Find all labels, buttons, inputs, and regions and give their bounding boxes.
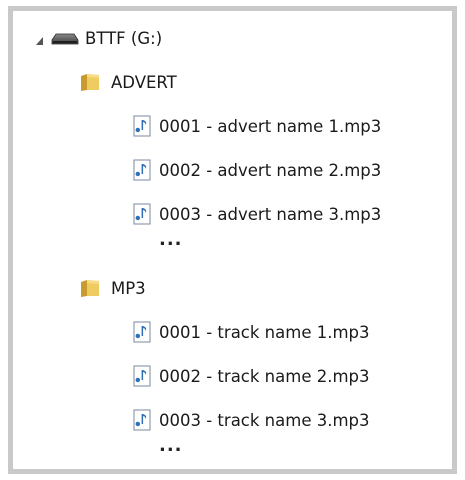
audio-file-icon — [133, 203, 151, 225]
drive-icon — [51, 31, 79, 45]
audio-file-icon — [133, 115, 151, 137]
audio-file-icon — [133, 321, 151, 343]
audio-file-icon — [133, 409, 151, 431]
expand-arrow-icon[interactable] — [35, 32, 45, 45]
tree-item-file[interactable]: 0002 - track name 2.mp3 — [133, 361, 370, 391]
explorer-tree-frame: BTTF (G:) ADVERT 0001 - advert name 1.mp… — [8, 6, 457, 474]
tree-item-drive[interactable]: BTTF (G:) — [35, 23, 162, 53]
more-items-ellipsis: ... — [159, 229, 183, 250]
folder-icon — [79, 278, 101, 298]
file-label: 0002 - advert name 2.mp3 — [159, 160, 382, 180]
tree-item-file[interactable]: 0001 - advert name 1.mp3 — [133, 111, 381, 141]
folder-label: ADVERT — [111, 72, 177, 92]
file-label: 0001 - track name 1.mp3 — [159, 322, 370, 342]
folder-tree: BTTF (G:) ADVERT 0001 - advert name 1.mp… — [13, 11, 452, 469]
file-label: 0001 - advert name 1.mp3 — [159, 116, 382, 136]
audio-file-icon — [133, 159, 151, 181]
folder-label: MP3 — [111, 278, 146, 298]
tree-item-file[interactable]: 0003 - advert name 3.mp3 — [133, 199, 381, 229]
drive-label: BTTF (G:) — [85, 28, 163, 48]
file-label: 0003 - advert name 3.mp3 — [159, 204, 382, 224]
folder-icon — [79, 72, 101, 92]
audio-file-icon — [133, 365, 151, 387]
tree-item-file[interactable]: 0001 - track name 1.mp3 — [133, 317, 370, 347]
tree-item-file[interactable]: 0003 - track name 3.mp3 — [133, 405, 370, 435]
more-items-ellipsis: ... — [159, 435, 183, 456]
file-label: 0002 - track name 2.mp3 — [159, 366, 370, 386]
file-label: 0003 - track name 3.mp3 — [159, 410, 370, 430]
tree-item-folder-advert[interactable]: ADVERT — [79, 67, 177, 97]
tree-item-folder-mp3[interactable]: MP3 — [79, 273, 146, 303]
tree-item-file[interactable]: 0002 - advert name 2.mp3 — [133, 155, 381, 185]
